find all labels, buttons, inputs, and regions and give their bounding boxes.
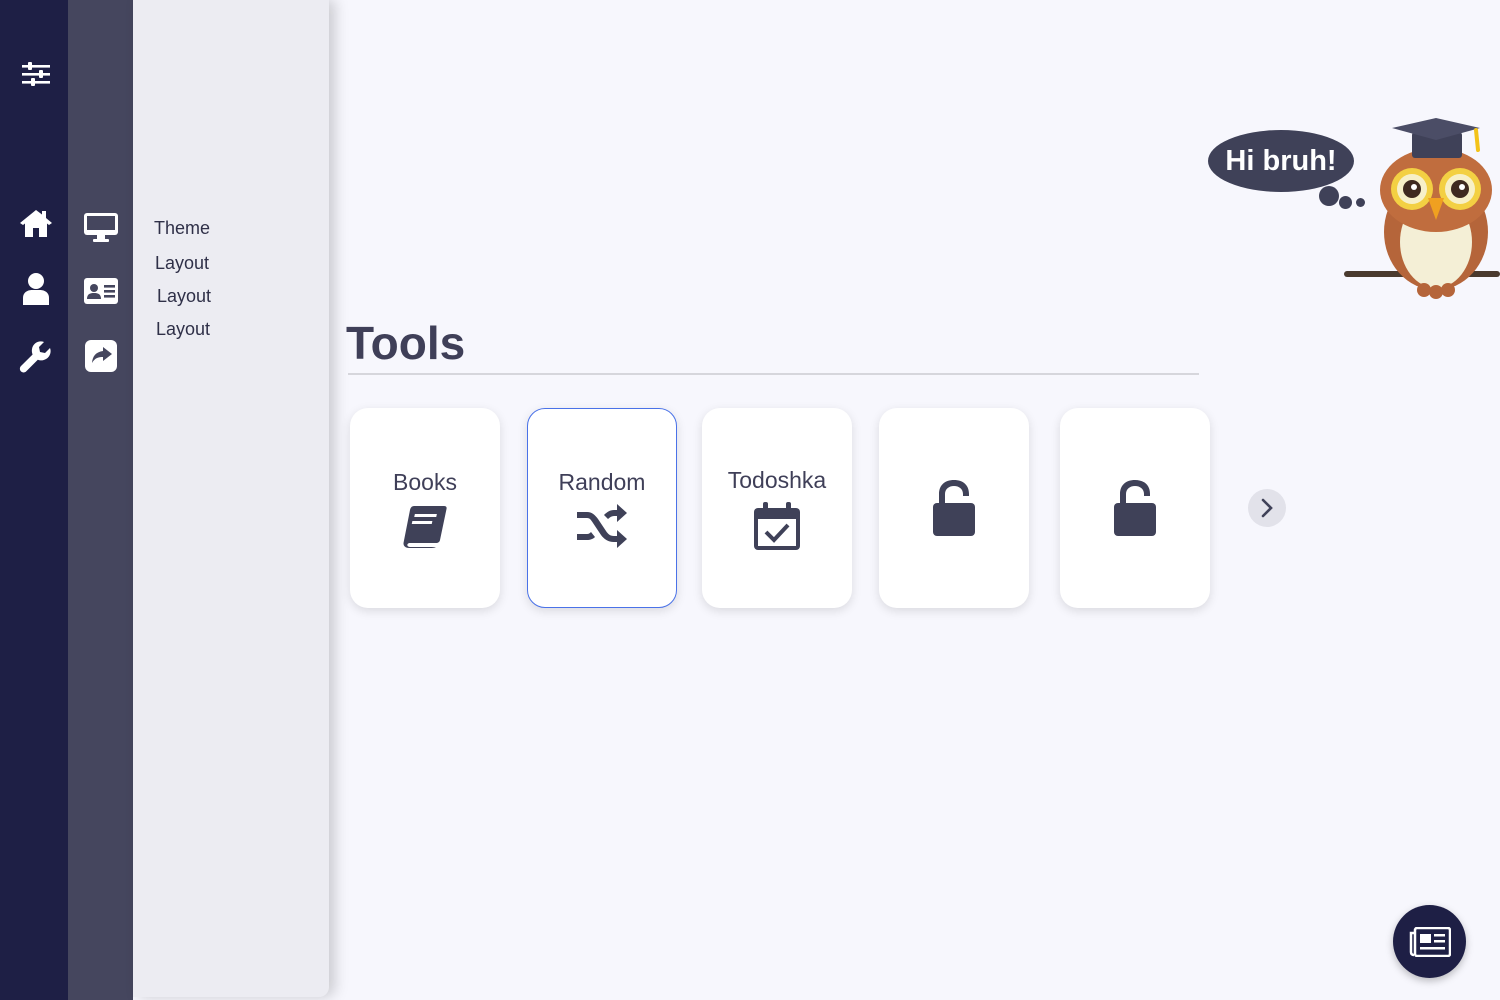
home-icon[interactable] — [18, 205, 54, 241]
carousel-next-button[interactable] — [1248, 489, 1286, 527]
newspaper-icon — [1409, 926, 1451, 957]
owl-mascot-icon — [1344, 118, 1500, 299]
monitor-icon[interactable] — [83, 210, 119, 246]
unlock-icon — [933, 480, 975, 536]
menu-item-layout[interactable]: Layout — [157, 286, 211, 307]
wrench-icon[interactable] — [18, 338, 54, 374]
thought-dot — [1319, 186, 1339, 206]
chevron-right-icon — [1261, 498, 1273, 518]
id-card-icon[interactable] — [83, 274, 119, 310]
tool-card-locked[interactable] — [1060, 408, 1210, 608]
speech-bubble: Hi bruh! — [1208, 130, 1354, 192]
card-label: Random — [558, 468, 646, 495]
share-icon[interactable] — [83, 338, 119, 374]
menu-item-theme[interactable]: Theme — [154, 218, 210, 239]
tool-card-locked[interactable] — [879, 408, 1029, 608]
tool-card-random[interactable]: Random — [527, 408, 677, 608]
secondary-sidebar — [68, 0, 133, 1000]
book-icon — [403, 505, 447, 548]
divider — [348, 373, 1199, 375]
tool-card-books[interactable]: Books — [350, 408, 500, 608]
sliders-icon[interactable] — [18, 56, 54, 92]
news-button[interactable] — [1393, 905, 1466, 978]
shuffle-icon — [577, 503, 627, 548]
user-icon[interactable] — [18, 271, 54, 307]
primary-sidebar — [0, 0, 68, 1000]
menu-item-layout[interactable]: Layout — [155, 253, 209, 274]
menu-item-layout[interactable]: Layout — [156, 319, 210, 340]
page-title: Tools — [346, 317, 466, 369]
tool-card-todoshka[interactable]: Todoshka — [702, 408, 852, 608]
calendar-check-icon — [754, 501, 800, 550]
card-label: Todoshka — [727, 466, 827, 493]
card-label: Books — [393, 468, 457, 495]
settings-panel: Theme Layout Layout Layout — [133, 0, 329, 997]
unlock-icon — [1114, 480, 1156, 536]
